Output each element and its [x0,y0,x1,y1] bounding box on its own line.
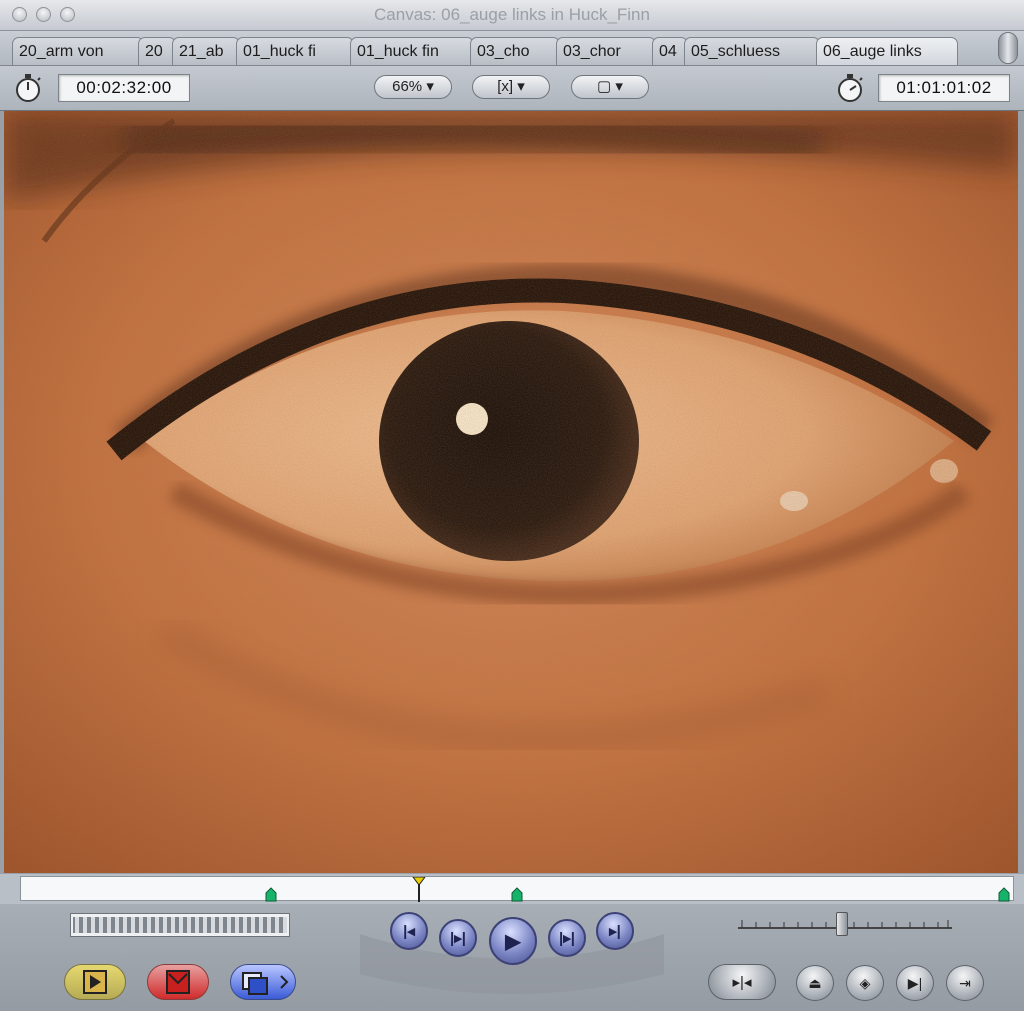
jog-handle[interactable] [836,912,848,936]
match-frame-button[interactable]: ▸|◂ [708,964,776,1000]
previous-edit-icon: |▸| [450,930,466,947]
chevron-down-icon: ▾ [611,78,623,95]
add-marker-button[interactable]: ▶| [896,965,934,1001]
mark-in-icon: ⇥ [959,974,971,991]
mark-in-out-button[interactable]: ⇥ [946,965,984,1001]
current-timecode-field[interactable]: 01:01:01:02 [878,74,1010,102]
tab-5[interactable]: 03_cho [470,37,560,65]
replace-edit-button[interactable] [230,964,296,1000]
tab-2[interactable]: 21_ab [172,37,240,65]
tab-6[interactable]: 03_chor [556,37,656,65]
playhead-icon[interactable] [412,877,426,886]
marker-icon: ▶| [907,974,923,991]
tab-4[interactable]: 01_huck fin [350,37,474,65]
next-edit-icon: |▸| [559,930,575,947]
zoom-popup[interactable]: 66% ▾ [374,75,452,99]
tab-8[interactable]: 05_schluess [684,37,820,65]
eject-icon: ⏏ [808,974,822,991]
match-frame-icon: ▸|◂ [732,974,752,991]
shuttle-control[interactable] [70,913,290,937]
view-mode-glyph: [x] [497,78,514,95]
next-edit-button[interactable]: |▸| [548,919,586,957]
insert-edit-icon [83,970,107,994]
chevron-down-icon: ▾ [513,78,525,95]
scrubber-track[interactable] [20,876,1014,902]
overwrite-edit-button[interactable] [147,964,209,1000]
add-keyframe-button[interactable]: ◈ [846,965,884,1001]
scrubber-marker[interactable] [265,887,277,902]
replace-edit-icon [242,972,289,995]
overlay-glyph: ▢ [597,78,612,95]
overlay-popup[interactable]: ▢ ▾ [571,75,649,99]
go-to-in-point-button[interactable]: |◂ [390,912,428,950]
play-icon: ▶ [505,930,521,953]
go-to-out-point-icon: ▸| [609,923,621,940]
insert-edit-button[interactable] [64,964,126,1000]
zoom-value: 66% [392,78,423,95]
tab-0[interactable]: 20_arm von [12,37,144,65]
scrubber-marker[interactable] [998,887,1010,902]
view-mode-popup[interactable]: [x] ▾ [472,75,550,99]
tab-9[interactable]: 06_auge links [816,37,958,65]
tab-7[interactable]: 04 [652,37,688,65]
window-title: Canvas: 06_auge links in Huck_Finn [374,5,650,24]
duration-timecode-field[interactable]: 00:02:32:00 [58,74,190,102]
tab-scroll-handle[interactable] [998,32,1018,64]
mark-clip-button[interactable]: ⏏ [796,965,834,1001]
go-to-in-point-icon: |◂ [403,923,415,940]
chevron-down-icon: ▾ [422,78,434,95]
tab-1[interactable]: 20 [138,37,176,65]
go-to-out-point-button[interactable]: ▸| [596,912,634,950]
tab-3[interactable]: 01_huck fi [236,37,354,65]
jog-control[interactable] [736,912,954,936]
stopwatch-icon [838,74,863,102]
shuttle-ridges [73,917,287,933]
play-button[interactable]: ▶ [489,917,537,965]
scrubber-marks [265,877,1010,902]
scrubber-marker[interactable] [511,887,523,902]
video-frame[interactable] [4,111,1018,873]
previous-edit-button[interactable]: |▸| [439,919,477,957]
stopwatch-icon [16,74,41,102]
keyframe-icon: ◈ [859,974,871,991]
overwrite-edit-icon [166,970,190,994]
